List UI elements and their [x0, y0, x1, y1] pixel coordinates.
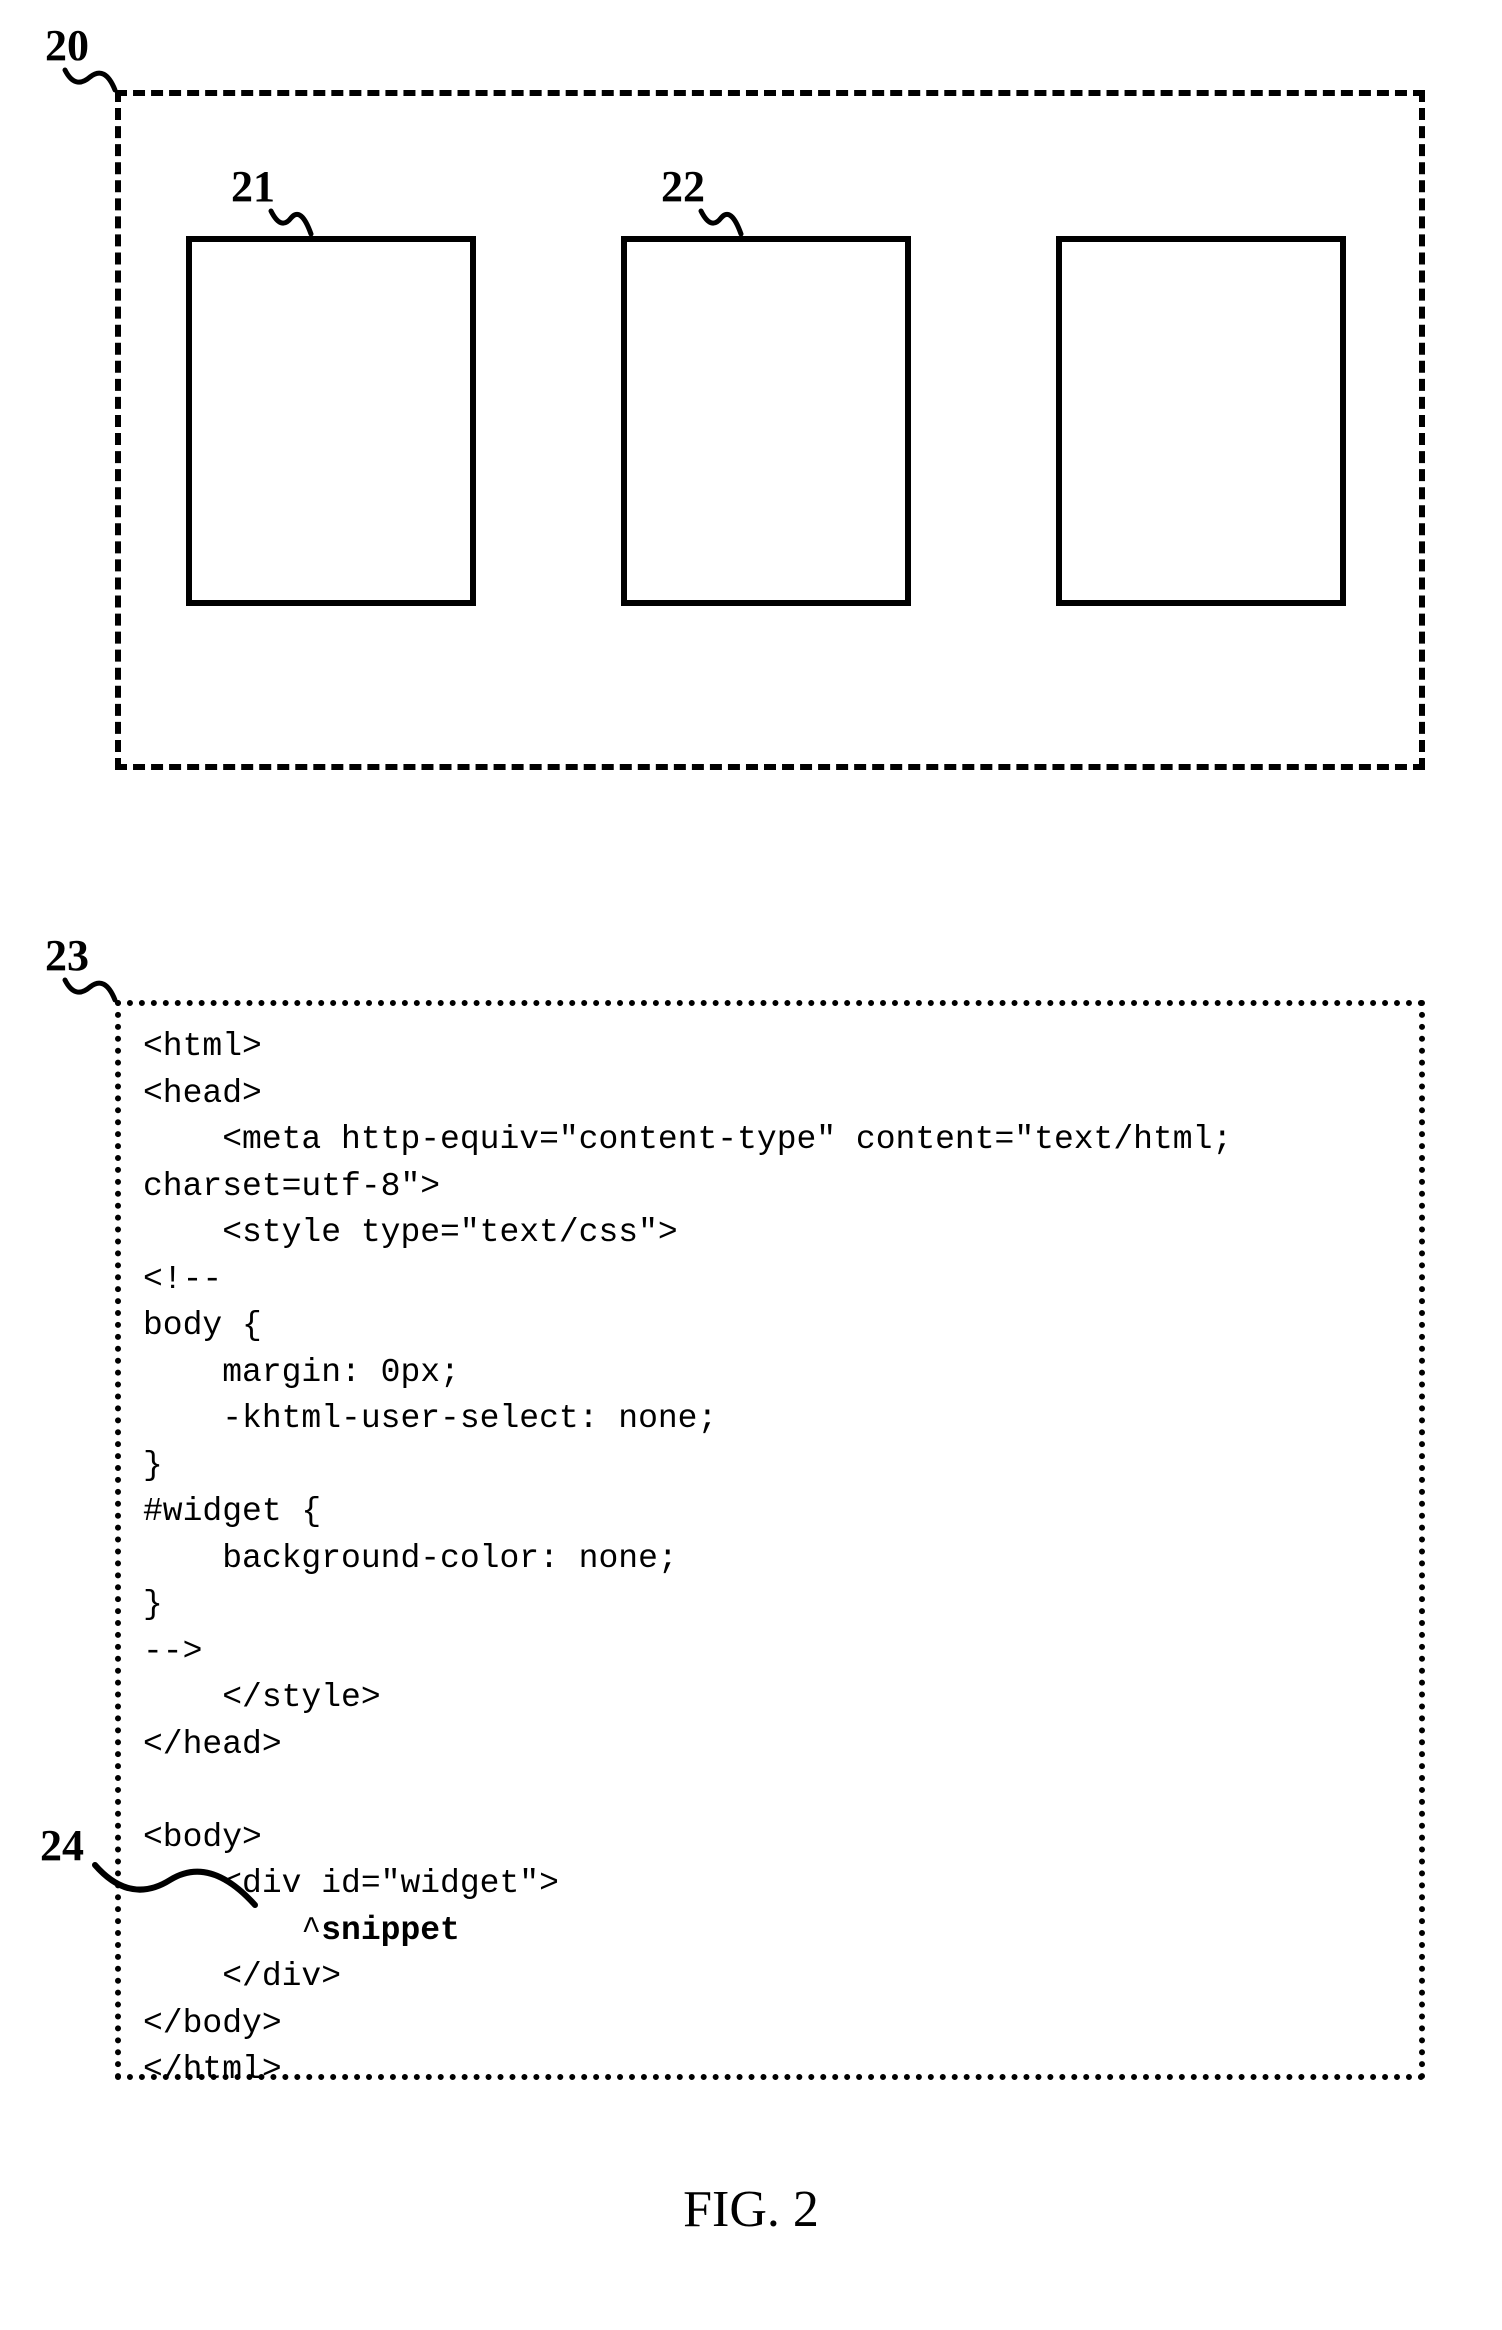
widget-box-22: [621, 236, 911, 606]
ref-label-21: 21: [231, 161, 275, 212]
code-line: }: [143, 1447, 163, 1484]
snippet-placeholder-24: snippet: [321, 1912, 460, 1949]
code-line: charset=utf-8">: [143, 1168, 440, 1205]
code-line: <meta http-equiv="content-type" content=…: [143, 1121, 1232, 1158]
code-line: }: [143, 1586, 163, 1623]
code-line-snippet: ^snippet: [143, 1912, 460, 1949]
code-line: margin: 0px;: [143, 1354, 460, 1391]
code-line: </style>: [143, 1679, 381, 1716]
leader-squiggle-21: [266, 206, 316, 236]
code-line: </div>: [143, 1958, 341, 1995]
code-line: <style type="text/css">: [143, 1214, 678, 1251]
code-line: <head>: [143, 1075, 262, 1112]
code-line: <!--: [143, 1261, 222, 1298]
figure-caption: FIG. 2: [0, 2180, 1502, 2239]
code-line: </head>: [143, 1726, 282, 1763]
figure-page: 20 21 22 23 <html> <head> <meta http-equ…: [0, 0, 1502, 2330]
ref-label-20: 20: [45, 20, 89, 71]
widget-box-21: [186, 236, 476, 606]
code-line: -khtml-user-select: none;: [143, 1400, 717, 1437]
ref-label-23: 23: [45, 930, 89, 981]
leader-squiggle-20: [60, 65, 120, 95]
code-line: #widget {: [143, 1493, 321, 1530]
leader-squiggle-22: [696, 206, 746, 236]
widget-box-3: [1056, 236, 1346, 606]
code-listing: <html> <head> <meta http-equiv="content-…: [143, 1024, 1397, 2094]
code-line: </body>: [143, 2005, 282, 2042]
code-line: </html>: [143, 2051, 282, 2088]
leader-squiggle-23: [60, 975, 120, 1005]
leader-squiggle-24: [90, 1850, 260, 1910]
ref-label-24: 24: [40, 1820, 84, 1871]
code-container-23: <html> <head> <meta http-equiv="content-…: [115, 1000, 1425, 2080]
code-line: body {: [143, 1307, 262, 1344]
ref-label-22: 22: [661, 161, 705, 212]
code-line: -->: [143, 1633, 202, 1670]
code-line: background-color: none;: [143, 1540, 678, 1577]
layout-container-20: 21 22: [115, 90, 1425, 770]
code-line: <html>: [143, 1028, 262, 1065]
